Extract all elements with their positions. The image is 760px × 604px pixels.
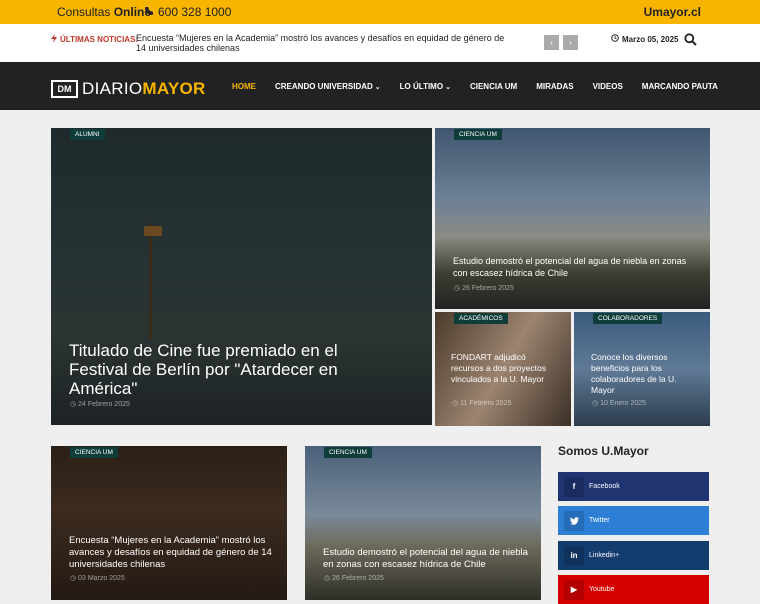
social-label: Linkedin+ (589, 552, 620, 559)
clock-icon (611, 34, 619, 44)
nav-item-miradas[interactable]: MIRADAS (536, 82, 573, 91)
main-navigation: DM DIARIO MAYOR HOME CREANDO UNIVERSIDAD… (0, 62, 760, 110)
article-date-text: 11 Febrero 2025 (460, 399, 512, 407)
clock-icon: ◷ (324, 575, 331, 582)
breaking-news-bar: ÚLTIMAS NOTICIAS: Encuesta “Mujeres en l… (0, 24, 760, 62)
article-date-text: 26 Febrero 2025 (462, 284, 514, 292)
clock-icon: ◷ (454, 285, 461, 292)
nav-item-label: LO ÚLTIMO (399, 82, 444, 91)
clock-icon: ◷ (592, 400, 599, 407)
article-title[interactable]: Titulado de Cine fue premiado en el Fest… (69, 341, 369, 398)
nav-menu: HOME CREANDO UNIVERSIDAD ⌄ LO ÚLTIMO ⌄ CIE… (232, 82, 737, 91)
nav-item-label: CIENCIA UM (469, 82, 518, 91)
logo-mark: DM (51, 80, 78, 98)
chevron-left-icon: ‹ (550, 38, 553, 47)
ticker-prev-button[interactable]: ‹ (544, 35, 559, 50)
article-title[interactable]: Estudio demostró el potencial del agua d… (453, 255, 693, 279)
youtube-icon: ▶ (564, 579, 584, 600)
social-facebook-button[interactable]: f Facebook (558, 472, 709, 501)
category-tag[interactable]: CIENCIA UM (324, 447, 372, 458)
chevron-right-icon: › (569, 38, 572, 47)
search-button[interactable] (684, 33, 697, 51)
linkedin-icon: in (564, 545, 584, 566)
social-twitter-button[interactable]: Twitter (558, 506, 709, 535)
nav-item-label: VIDEOS (592, 82, 623, 91)
article-date-text: 24 Febrero 2025 (78, 400, 130, 408)
phone-number: 600 328 1000 (158, 5, 232, 19)
article-date-text: 03 Marzo 2025 (78, 574, 125, 582)
category-tag[interactable]: ALUMNI (70, 129, 105, 140)
clock-icon: ◷ (70, 401, 77, 408)
category-tag[interactable]: CIENCIA UM (70, 447, 118, 458)
breaking-news-label: ÚLTIMAS NOTICIAS: (51, 34, 138, 45)
category-tag[interactable]: ACADÉMICOS (454, 313, 508, 324)
featured-article[interactable]: ACADÉMICOS FONDART adjudicó recursos a d… (435, 312, 571, 426)
chevron-down-icon: ⌄ (374, 84, 381, 91)
article-card[interactable]: CIENCIA UM Encuesta “Mujeres en la Acade… (51, 446, 287, 600)
article-date: ◷ 26 Febrero 2025 (454, 284, 514, 293)
umayor-link[interactable]: Umayor.cl (644, 5, 701, 19)
current-date: Marzo 05, 2025 (611, 34, 678, 44)
article-date: ◷ 11 Febrero 2025 (452, 399, 512, 408)
sidebar-title: Somos U.Mayor (558, 444, 649, 458)
nav-item-label: CREANDO UNIVERSIDAD (275, 82, 373, 91)
featured-article[interactable]: COLABORADORES Conoce los diversos benefi… (574, 312, 710, 426)
consult-prefix: Consultas (57, 5, 111, 19)
facebook-icon: f (564, 476, 584, 497)
search-icon (684, 33, 697, 50)
article-title[interactable]: Estudio demostró el potencial del agua d… (323, 547, 528, 571)
ticker-next-button[interactable]: › (563, 35, 578, 50)
clock-icon: ◷ (70, 575, 77, 582)
article-date: ◷ 26 Febrero 2025 (324, 574, 384, 583)
social-label: Youtube (589, 586, 615, 593)
nav-item-marcando-pauta[interactable]: MARCANDO PAUTA (642, 82, 718, 91)
nav-item-videos[interactable]: VIDEOS (593, 82, 623, 91)
article-card[interactable]: CIENCIA UM Estudio demostró el potencial… (305, 446, 541, 600)
news-ticker-controls: ‹ › (544, 35, 578, 50)
top-bar: Consultas Online 600 328 1000 Umayor.cl (0, 0, 760, 24)
article-date: ◷ 10 Enero 2025 (592, 399, 647, 408)
logo-text-mayor: MAYOR (142, 79, 206, 98)
social-label: Facebook (589, 483, 620, 490)
nav-item-label: MIRADAS (536, 82, 574, 91)
clock-icon: ◷ (452, 400, 459, 407)
article-title[interactable]: FONDART adjudicó recursos a dos proyecto… (451, 352, 556, 385)
article-date-text: 10 Enero 2025 (600, 399, 647, 407)
breaking-news-label-text: ÚLTIMAS NOTICIAS: (60, 35, 139, 44)
nav-item-home[interactable]: HOME (232, 82, 256, 91)
article-date-text: 26 Febrero 2025 (332, 574, 384, 582)
lamp-image (144, 226, 162, 236)
nav-item-lo-ultimo[interactable]: LO ÚLTIMO ⌄ (400, 82, 451, 91)
site-logo[interactable]: DM DIARIO MAYOR (51, 79, 206, 99)
consultas-online-link[interactable]: Consultas Online (57, 5, 151, 19)
breaking-news-headline[interactable]: Encuesta “Mujeres en la Academia” mostró… (136, 33, 516, 53)
nav-item-label: HOME (232, 82, 256, 91)
article-date: ◷ 24 Febrero 2025 (70, 400, 130, 409)
nav-item-label: MARCANDO PAUTA (641, 82, 718, 91)
lamp-post-image (149, 223, 152, 338)
article-date: ◷ 03 Marzo 2025 (70, 574, 125, 583)
article-title[interactable]: Encuesta “Mujeres en la Academia” mostró… (69, 535, 274, 571)
nav-item-ciencia-um[interactable]: CIENCIA UM (470, 82, 517, 91)
featured-article-main[interactable]: ALUMNI Titulado de Cine fue premiado en … (51, 128, 432, 425)
logo-text-diario: DIARIO (82, 79, 143, 98)
social-linkedin-button[interactable]: in Linkedin+ (558, 541, 709, 570)
featured-article[interactable]: CIENCIA UM Estudio demostró el potencial… (435, 128, 710, 309)
current-date-text: Marzo 05, 2025 (622, 34, 679, 44)
chevron-down-icon: ⌄ (445, 84, 451, 91)
social-label: Twitter (589, 517, 610, 524)
nav-item-creando-universidad[interactable]: CREANDO UNIVERSIDAD ⌄ (275, 82, 381, 91)
phone-link[interactable]: 600 328 1000 (144, 5, 231, 19)
category-tag[interactable]: CIENCIA UM (454, 129, 502, 140)
phone-icon (144, 5, 154, 19)
bolt-icon (51, 34, 57, 45)
twitter-icon (564, 510, 584, 531)
category-tag[interactable]: COLABORADORES (593, 313, 663, 324)
article-title[interactable]: Conoce los diversos beneficios para los … (591, 352, 686, 396)
